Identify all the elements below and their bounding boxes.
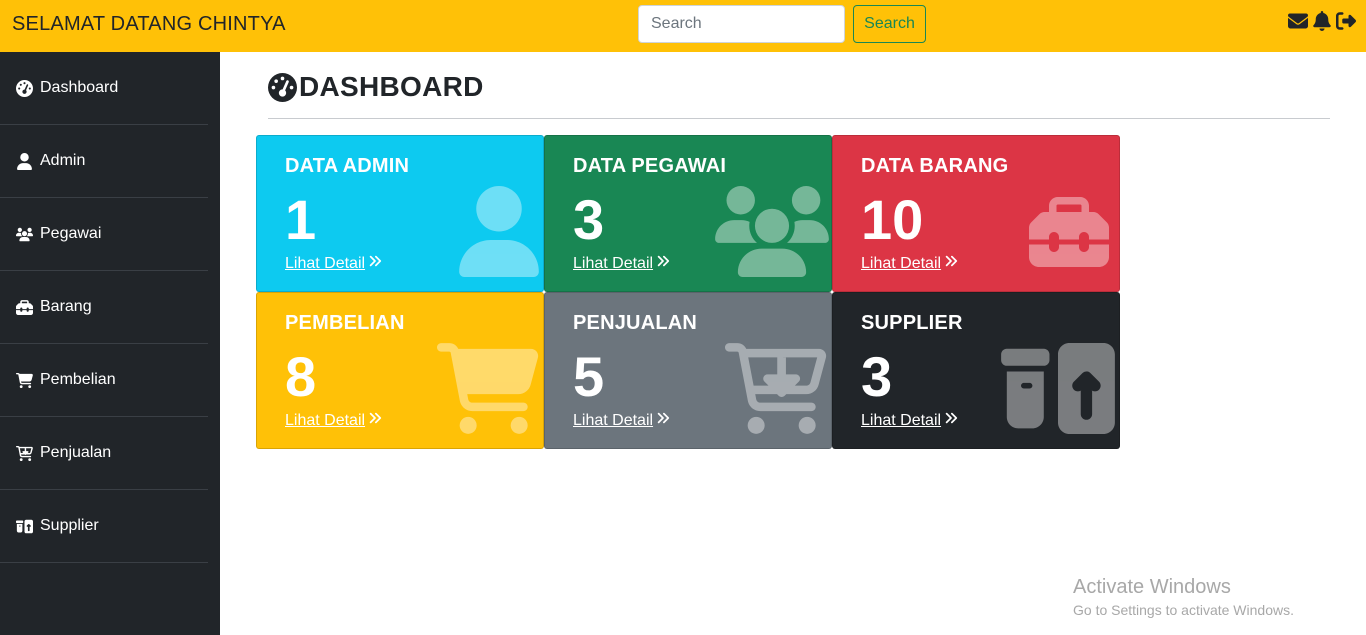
card-data-pegawai: DATA PEGAWAI 3 Lihat Detail (544, 135, 832, 292)
link-label: Lihat Detail (861, 254, 942, 272)
double-chevron-right-icon (368, 254, 382, 273)
sidebar-item-label: Admin (40, 152, 86, 169)
card-title: PENJUALAN (573, 312, 698, 334)
top-navbar: SELAMAT DATANG CHINTYA Search (0, 0, 1366, 52)
lihat-detail-link[interactable]: Lihat Detail (861, 254, 958, 273)
box-arrow-up-icon (1001, 343, 1115, 439)
card-count: 10 (861, 188, 924, 251)
link-label: Lihat Detail (285, 411, 366, 429)
double-chevron-right-icon (656, 411, 670, 430)
search-input[interactable] (638, 5, 845, 43)
sidebar-item-label: Pembelian (40, 371, 116, 388)
link-label: Lihat Detail (285, 254, 366, 272)
sidebar-item-label: Pegawai (40, 225, 102, 242)
watermark-title: Activate Windows (1073, 576, 1231, 598)
search-button[interactable]: Search (853, 5, 926, 43)
title-divider (268, 118, 1330, 119)
envelope-icon[interactable] (1288, 11, 1308, 31)
card-count: 5 (573, 345, 605, 408)
card-count: 8 (285, 345, 317, 408)
sidebar-item-label: Dashboard (40, 79, 119, 96)
toolbox-icon (1023, 192, 1115, 277)
double-chevron-right-icon (944, 254, 958, 273)
cart-arrow-down-icon (725, 343, 827, 439)
card-title: SUPPLIER (861, 312, 963, 334)
card-count: 3 (573, 188, 605, 251)
lihat-detail-link[interactable]: Lihat Detail (573, 254, 670, 273)
sidebar-item-label: Barang (40, 298, 92, 315)
toolbox-icon (16, 298, 36, 316)
sidebar-item-label: Supplier (40, 517, 99, 534)
card-title: PEMBELIAN (285, 312, 405, 334)
dashboard-card-grid: DATA ADMIN 1 Lihat Detail DATA PEGAWAI 3… (256, 135, 1120, 449)
page-title-text: DASHBOARD (299, 71, 484, 102)
user-icon (459, 186, 539, 282)
sidebar-item-label: Penjualan (40, 444, 112, 461)
cart-icon (437, 343, 539, 439)
cart-arrow-down-icon (16, 444, 36, 462)
sidebar-item-dashboard[interactable]: Dashboard (0, 52, 208, 125)
tachometer-icon (268, 72, 297, 102)
double-chevron-right-icon (656, 254, 670, 273)
card-count: 3 (861, 345, 893, 408)
sidebar-item-penjualan[interactable]: Penjualan (0, 417, 208, 490)
brand-greeting: SELAMAT DATANG CHINTYA (12, 13, 286, 35)
card-count: 1 (285, 188, 317, 251)
card-data-barang: DATA BARANG 10 Lihat Detail (832, 135, 1120, 292)
link-label: Lihat Detail (573, 411, 654, 429)
card-penjualan: PENJUALAN 5 Lihat Detail (544, 292, 832, 449)
sidebar-item-admin[interactable]: Admin (0, 125, 208, 198)
main-content: DASHBOARD DATA ADMIN 1 Lihat Detail DATA… (220, 52, 1366, 635)
sign-out-icon[interactable] (1336, 11, 1356, 31)
sidebar-item-supplier[interactable]: Supplier (0, 490, 208, 563)
tachometer-icon (16, 79, 36, 97)
cart-icon (16, 371, 36, 389)
sidebar-item-pegawai[interactable]: Pegawai (0, 198, 208, 271)
sidebar-item-pembelian[interactable]: Pembelian (0, 344, 208, 417)
link-label: Lihat Detail (573, 254, 654, 272)
card-title: DATA ADMIN (285, 155, 410, 177)
user-icon (16, 152, 36, 170)
page-title: DASHBOARD (268, 71, 484, 103)
top-icon-group (1288, 11, 1356, 31)
sidebar-item-barang[interactable]: Barang (0, 271, 208, 344)
card-pembelian: PEMBELIAN 8 Lihat Detail (256, 292, 544, 449)
users-icon (16, 225, 36, 243)
card-supplier: SUPPLIER 3 Lihat Detail (832, 292, 1120, 449)
card-data-admin: DATA ADMIN 1 Lihat Detail (256, 135, 544, 292)
box-arrow-up-icon (16, 517, 36, 535)
sidebar: Dashboard Admin Pegawai Barang Pembelian… (0, 52, 220, 635)
bell-icon[interactable] (1312, 11, 1332, 31)
users-icon (715, 186, 829, 282)
lihat-detail-link[interactable]: Lihat Detail (573, 411, 670, 430)
double-chevron-right-icon (368, 411, 382, 430)
lihat-detail-link[interactable]: Lihat Detail (861, 411, 958, 430)
double-chevron-right-icon (944, 411, 958, 430)
card-title: DATA PEGAWAI (573, 155, 727, 177)
watermark-subtitle: Go to Settings to activate Windows. (1073, 602, 1294, 618)
lihat-detail-link[interactable]: Lihat Detail (285, 411, 382, 430)
link-label: Lihat Detail (861, 411, 942, 429)
lihat-detail-link[interactable]: Lihat Detail (285, 254, 382, 273)
windows-activation-watermark: Activate Windows Go to Settings to activ… (1073, 576, 1294, 618)
card-title: DATA BARANG (861, 155, 1009, 177)
